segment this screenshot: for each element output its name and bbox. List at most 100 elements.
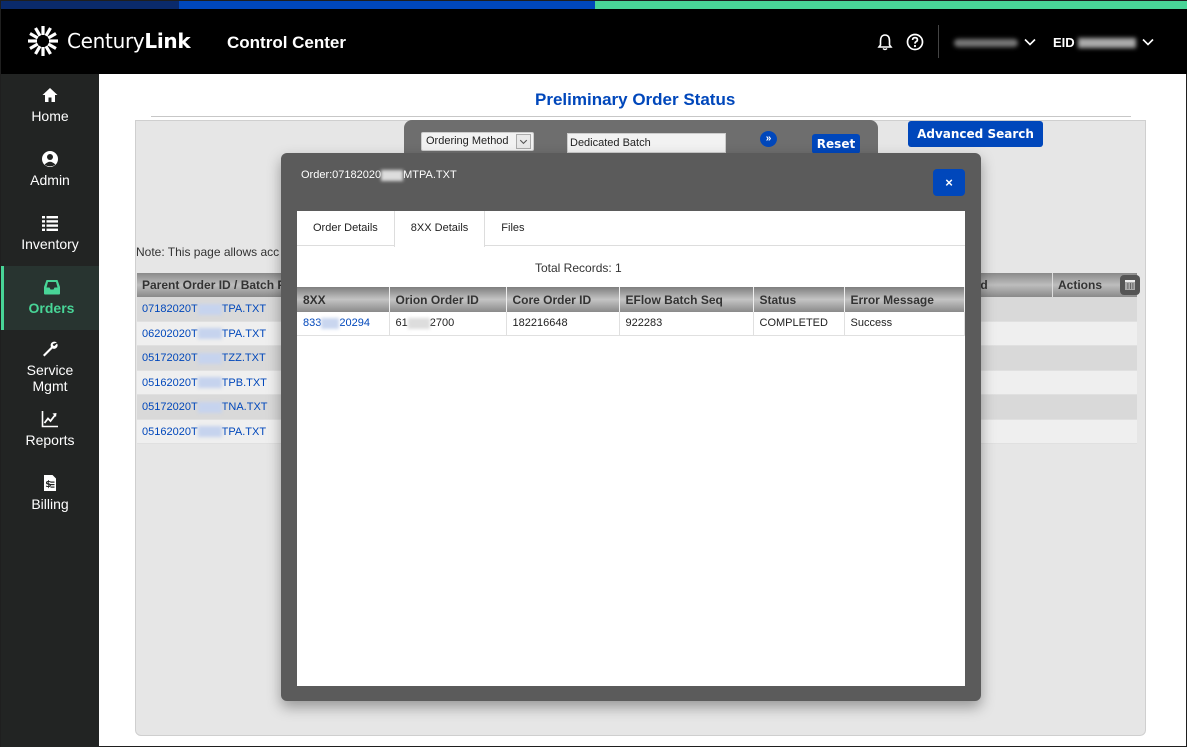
order-id-suffix: TPB.TXT bbox=[221, 376, 267, 389]
order-id-prefix: 05172020T bbox=[142, 352, 198, 364]
order-link[interactable]: 05162020T TPA.TXT bbox=[142, 426, 266, 438]
sidebar-item-label: Billing bbox=[31, 496, 69, 512]
column-header-core-order-id[interactable]: Core Order ID bbox=[506, 287, 620, 312]
order-id-suffix: TPA.TXT bbox=[221, 327, 267, 340]
order-id-suffix: TNA.TXT bbox=[221, 401, 268, 413]
advanced-search-button[interactable]: Advanced Search bbox=[908, 121, 1043, 147]
8xx-link[interactable]: 833 20294 bbox=[303, 317, 370, 329]
sidebar-item-billing[interactable]: $ Billing bbox=[1, 474, 99, 538]
chevron-down-icon[interactable] bbox=[516, 134, 531, 149]
centurylink-logo-icon bbox=[28, 26, 58, 56]
order-link[interactable]: 05172020T TNA.TXT bbox=[142, 401, 268, 413]
home-icon bbox=[42, 88, 58, 102]
order-link[interactable]: 07182020T TPA.TXT bbox=[142, 303, 266, 315]
column-header-8xx[interactable]: 8XX bbox=[297, 287, 390, 312]
modal-tabs: Order Details 8XX Details Files bbox=[297, 211, 965, 247]
eid-value-redacted[interactable] bbox=[1078, 38, 1136, 48]
order-id-prefix: 05162020T bbox=[142, 376, 198, 389]
cell-error-message: Success bbox=[844, 312, 965, 336]
sidebar-item-label: Orders bbox=[28, 300, 75, 316]
column-header-parent-order-id[interactable]: Parent Order ID / Batch F bbox=[142, 278, 285, 292]
redacted-text bbox=[197, 328, 222, 340]
header-divider bbox=[938, 25, 939, 58]
sidebar-item-label: Admin bbox=[30, 172, 70, 188]
redacted-text bbox=[197, 401, 222, 413]
table-header-row: 8XX Orion Order ID Core Order ID EFlow B… bbox=[297, 287, 965, 312]
sidebar-item-reports[interactable]: Reports bbox=[1, 410, 99, 474]
page-title: Preliminary Order Status bbox=[535, 90, 736, 109]
search-field-select[interactable]: Ordering Method bbox=[421, 132, 534, 151]
eid-label: EID bbox=[1053, 35, 1075, 50]
8xx-suffix: 20294 bbox=[339, 317, 370, 330]
brand-name: CenturyLink bbox=[67, 29, 191, 53]
redacted-text bbox=[381, 169, 404, 181]
bell-icon[interactable] bbox=[876, 33, 894, 51]
sidebar-item-home[interactable]: Home bbox=[1, 86, 99, 150]
orion-suffix: 2700 bbox=[429, 317, 455, 330]
title-divider bbox=[151, 116, 1131, 117]
page-note: Note: This page allows acc bbox=[136, 245, 280, 259]
order-link[interactable]: 06202020T TPA.TXT bbox=[142, 328, 266, 340]
sidebar-item-admin[interactable]: Admin bbox=[1, 150, 99, 214]
cell-8xx: 833 20294 bbox=[297, 312, 390, 336]
sidebar: Home Admin Inventory Orders Service Mgmt… bbox=[1, 74, 99, 747]
invoice-icon: $ bbox=[44, 475, 56, 491]
app-title: Control Center bbox=[227, 33, 346, 52]
order-id-suffix: TPA.TXT bbox=[221, 303, 267, 315]
order-link[interactable]: 05162020T TPB.TXT bbox=[142, 377, 267, 389]
column-header-error-message[interactable]: Error Message bbox=[844, 287, 965, 312]
chevron-down-icon[interactable] bbox=[1023, 35, 1037, 49]
redacted-text bbox=[197, 426, 222, 438]
user-name-redacted[interactable] bbox=[954, 39, 1018, 47]
column-divider bbox=[1052, 273, 1053, 297]
cell-status: COMPLETED bbox=[753, 312, 845, 336]
accent-bar bbox=[1, 1, 1187, 9]
cell-core-order-id: 182216648 bbox=[506, 312, 620, 336]
accent-segment-blue bbox=[179, 1, 595, 9]
tab-order-details[interactable]: Order Details bbox=[297, 211, 394, 246]
help-icon[interactable] bbox=[906, 33, 924, 51]
sidebar-item-orders[interactable]: Orders bbox=[1, 266, 99, 330]
select-value: Ordering Method bbox=[426, 135, 509, 147]
accent-segment-dark bbox=[1, 1, 179, 9]
order-link[interactable]: 05172020T TZZ.TXT bbox=[142, 352, 266, 364]
sidebar-item-label: Inventory bbox=[21, 236, 79, 252]
tab-files[interactable]: Files bbox=[485, 211, 540, 246]
wrench-icon bbox=[43, 341, 58, 357]
cell-orion-order-id: 61 2700 bbox=[389, 312, 507, 336]
brand-logo[interactable]: CenturyLink bbox=[27, 25, 191, 57]
redacted-text bbox=[197, 303, 222, 315]
accent-segment-green bbox=[595, 1, 1187, 9]
modal-title: Order:07182020 MTPA.TXT bbox=[301, 169, 457, 181]
sidebar-item-label: Service Mgmt bbox=[26, 362, 74, 394]
redacted-text bbox=[197, 377, 222, 389]
sidebar-item-service-mgmt[interactable]: Service Mgmt bbox=[1, 340, 99, 394]
redacted-text bbox=[321, 317, 340, 329]
modal-title-suffix: MTPA.TXT bbox=[403, 169, 457, 181]
modal-title-prefix: Order:07182020 bbox=[301, 169, 382, 181]
column-header-orion-order-id[interactable]: Orion Order ID bbox=[389, 287, 507, 312]
chart-line-icon bbox=[41, 411, 58, 428]
column-header-eflow-batch-seq[interactable]: EFlow Batch Seq bbox=[619, 287, 754, 312]
cell-eflow-batch-seq: 922283 bbox=[619, 312, 754, 336]
tab-8xx-details[interactable]: 8XX Details bbox=[393, 211, 486, 247]
close-button[interactable]: × bbox=[933, 169, 965, 196]
column-header-status[interactable]: Status bbox=[753, 287, 845, 312]
redacted-text bbox=[407, 317, 430, 329]
search-value-input[interactable] bbox=[567, 133, 726, 153]
sidebar-item-label: Home bbox=[31, 108, 69, 124]
total-records: Total Records: 1 bbox=[535, 261, 622, 275]
order-details-modal: Order:07182020 MTPA.TXT × Order Details 8… bbox=[281, 153, 981, 701]
8xx-details-table: 8XX Orion Order ID Core Order ID EFlow B… bbox=[297, 287, 965, 336]
reset-button[interactable]: Reset bbox=[812, 134, 860, 154]
inbox-icon bbox=[43, 280, 60, 295]
top-header: CenturyLink Control Center EID bbox=[1, 9, 1187, 74]
chevron-down-icon[interactable] bbox=[1141, 35, 1155, 49]
table-row: 833 20294 61 2700 182216648 922283 COMPLET… bbox=[297, 312, 965, 336]
search-go-button[interactable]: » bbox=[760, 131, 777, 147]
order-id-suffix: TPA.TXT bbox=[221, 425, 267, 438]
order-id-prefix: 05172020T bbox=[142, 401, 198, 413]
order-id-prefix: 07182020T bbox=[142, 303, 198, 315]
column-chooser-icon[interactable] bbox=[1120, 275, 1140, 295]
order-id-suffix: TZZ.TXT bbox=[221, 352, 266, 364]
